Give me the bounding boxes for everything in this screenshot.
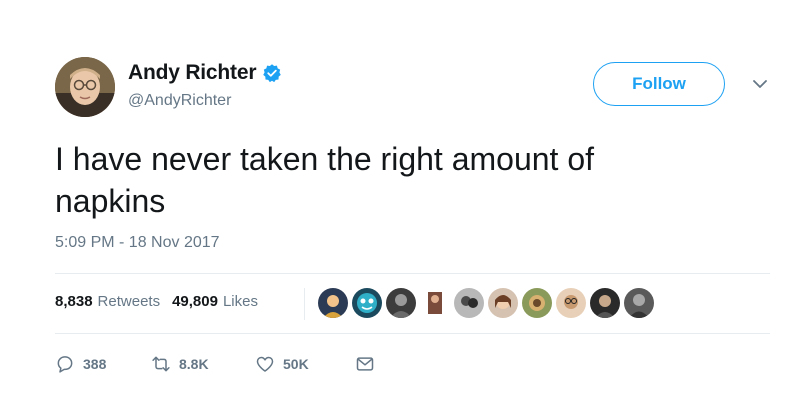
retweets-count: 8,838 xyxy=(55,293,93,310)
liker-avatar[interactable] xyxy=(386,288,416,318)
retweets-label: Retweets xyxy=(97,293,161,310)
liker-avatar[interactable] xyxy=(556,288,586,318)
reply-button[interactable]: 388 xyxy=(55,354,151,374)
divider xyxy=(55,333,770,334)
retweet-count: 8.8K xyxy=(179,356,209,372)
likes-stat[interactable]: 49,809 Likes xyxy=(172,293,258,310)
liker-avatar[interactable] xyxy=(624,288,654,318)
liker-avatar[interactable] xyxy=(454,288,484,318)
like-button[interactable]: 50K xyxy=(255,354,355,374)
divider xyxy=(55,273,770,274)
liker-avatar[interactable] xyxy=(420,288,450,318)
tweet-stats: 8,838 Retweets 49,809 Likes xyxy=(55,293,270,310)
tweet-timestamp[interactable]: 5:09 PM - 18 Nov 2017 xyxy=(55,234,220,252)
liker-avatar[interactable] xyxy=(522,288,552,318)
retweet-icon xyxy=(152,356,170,372)
author-display-name[interactable]: Andy Richter xyxy=(128,61,256,85)
retweet-button[interactable]: 8.8K xyxy=(151,354,255,374)
stats-separator xyxy=(304,288,305,320)
tweet-actions: 388 8.8K 50K xyxy=(55,354,375,374)
liker-avatar[interactable] xyxy=(590,288,620,318)
retweets-stat[interactable]: 8,838 Retweets xyxy=(55,293,160,310)
author-handle[interactable]: @AndyRichter xyxy=(128,92,231,110)
reply-icon xyxy=(57,356,73,373)
follow-button[interactable]: Follow xyxy=(593,62,725,106)
liker-avatar[interactable] xyxy=(318,288,348,318)
verified-badge-icon xyxy=(263,64,282,83)
avatar-image xyxy=(55,57,115,117)
direct-message-button[interactable] xyxy=(355,354,375,374)
like-count: 50K xyxy=(283,356,309,372)
author-name-row: Andy Richter xyxy=(128,61,282,85)
chevron-down-icon[interactable] xyxy=(752,78,768,90)
liker-avatars xyxy=(318,288,654,318)
avatar[interactable] xyxy=(55,57,115,117)
likes-label: Likes xyxy=(222,293,258,310)
liker-avatar[interactable] xyxy=(352,288,382,318)
tweet-text: I have never taken the right amount of n… xyxy=(55,141,594,219)
heart-icon xyxy=(256,356,274,372)
reply-count: 388 xyxy=(83,356,107,372)
likes-count: 49,809 xyxy=(172,293,218,310)
liker-avatar[interactable] xyxy=(488,288,518,318)
message-icon xyxy=(356,357,374,371)
